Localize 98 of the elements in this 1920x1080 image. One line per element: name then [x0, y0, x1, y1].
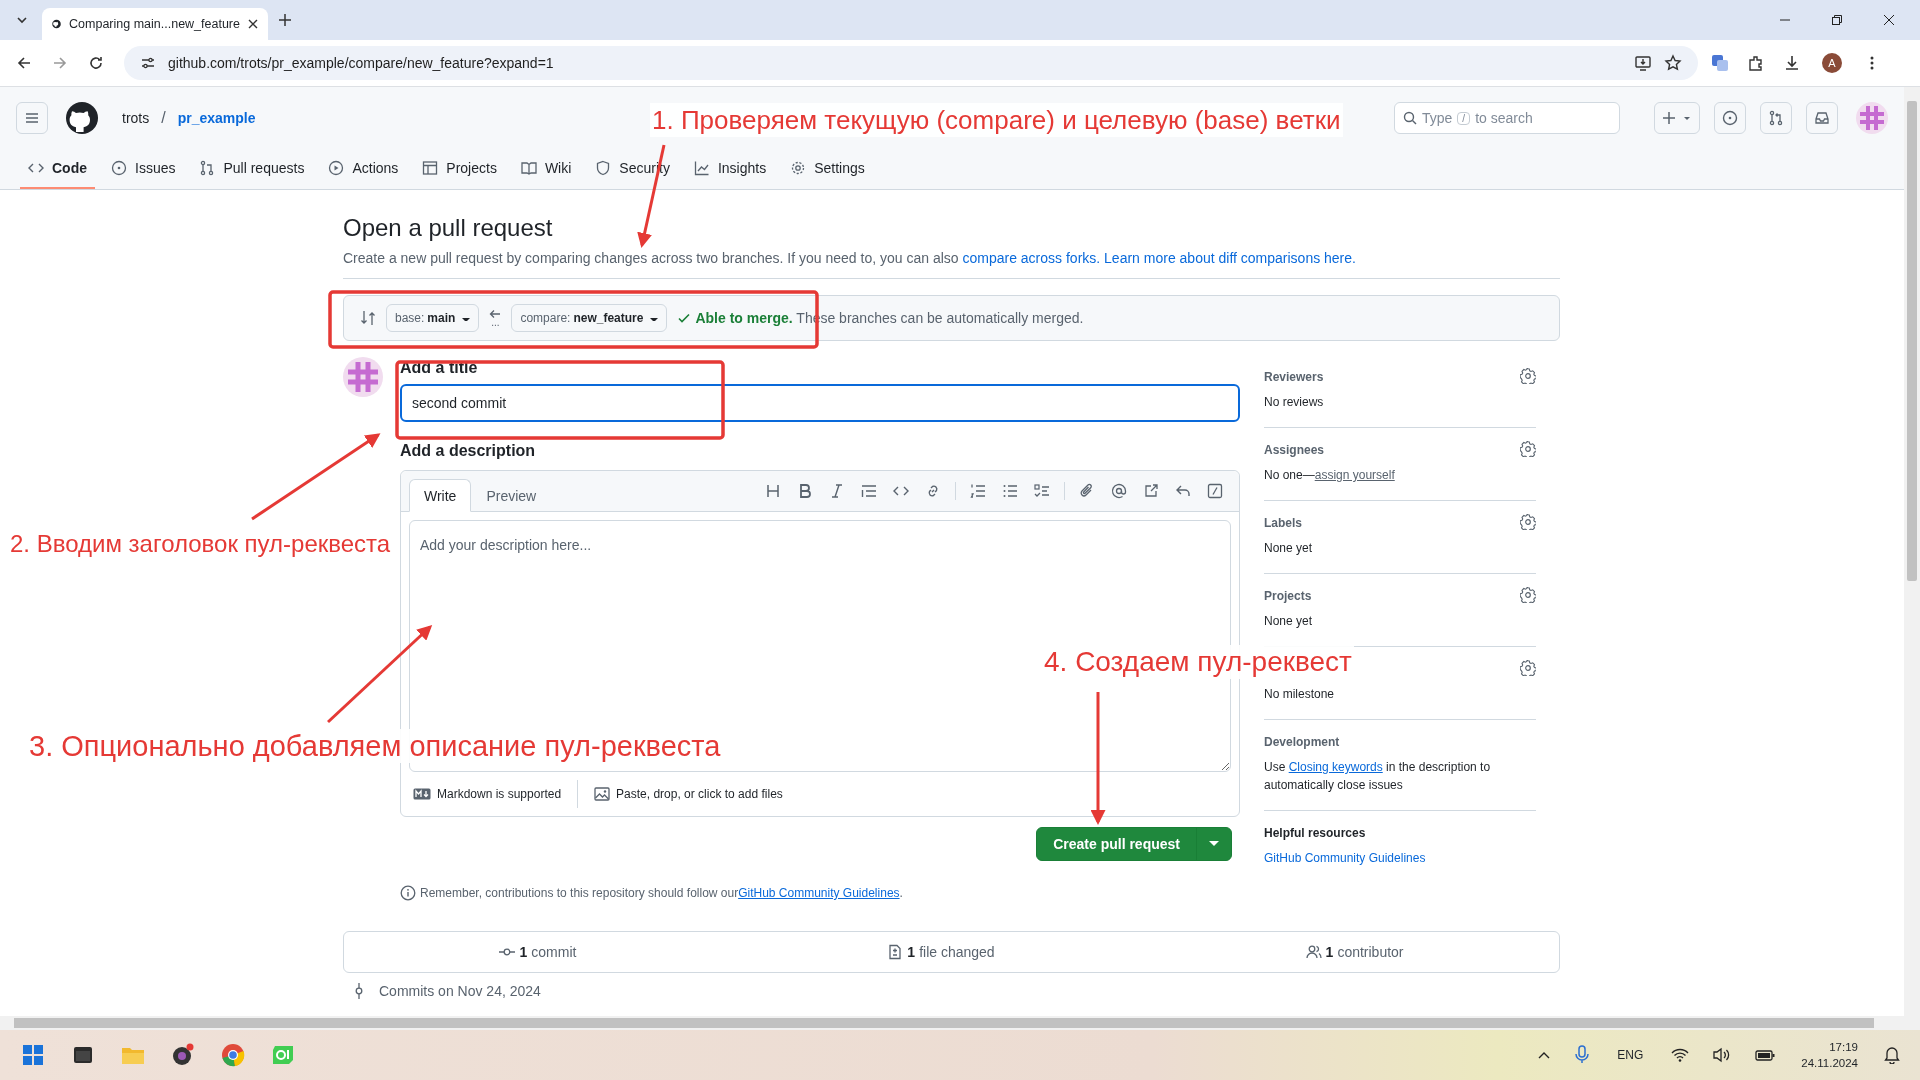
learn-more-link[interactable]: Learn more about diff comparisons here. [1104, 250, 1356, 266]
horizontal-scrollbar[interactable] [0, 1016, 1920, 1030]
description-label: Add a description [400, 442, 537, 460]
issues-icon[interactable] [1714, 102, 1746, 134]
sidebar-link[interactable]: assign yourself [1314, 468, 1395, 482]
user-avatar [343, 357, 383, 397]
address-bar[interactable]: github.com/trots/pr_example/compare/new_feature?expand=1 [124, 46, 1698, 80]
sidebar-link[interactable]: GitHub Community Guidelines [1264, 851, 1426, 865]
annotation-text: 4. Создаем пул-реквест [1042, 645, 1354, 679]
owner-link[interactable]: trots [122, 110, 150, 126]
repo-tab[interactable]: Settings [782, 149, 873, 189]
repository-link[interactable]: pr_example [177, 110, 256, 126]
search-field[interactable]: Type / to search [1394, 102, 1620, 134]
sidebar-text: Use Closing keywords in the description to automatically close issues [1264, 759, 1492, 794]
settings-icon[interactable] [1520, 513, 1536, 533]
repo-tab[interactable]: Issues [103, 149, 184, 189]
star-icon[interactable] [1664, 54, 1682, 72]
create-pull-request-button[interactable]: Create pull request [1036, 827, 1232, 861]
path-separator: / [161, 109, 166, 127]
summary-item[interactable]: 1 commit [499, 944, 577, 960]
people-icon [1305, 944, 1322, 960]
attach-files-note[interactable]: Paste, drop, or click to add files [594, 786, 783, 802]
image-icon [594, 786, 611, 802]
commits-date-heading: Commits on Nov 24, 2024 [379, 983, 541, 999]
language-indicator[interactable]: ENG [1607, 1048, 1654, 1062]
guidelines-link[interactable]: GitHub Community Guidelines [738, 886, 900, 900]
file-diff-icon [887, 944, 904, 960]
create-new-button[interactable] [1654, 102, 1700, 134]
caret-icon [650, 315, 659, 321]
markdown-note[interactable]: Markdown is supported [413, 787, 562, 801]
pull-requests-icon[interactable] [1760, 102, 1792, 134]
compare-branch-button[interactable]: compare: new_feature [511, 304, 668, 332]
github-logo-icon[interactable] [66, 102, 98, 134]
sidebar-text: No one—assign yourself [1264, 467, 1396, 484]
close-icon[interactable] [248, 19, 258, 29]
repo-tab[interactable]: Insights [685, 149, 775, 189]
settings-icon[interactable] [1520, 586, 1536, 606]
sidebar-heading: Development [1264, 735, 1340, 749]
editor-tab[interactable]: Write [409, 479, 472, 512]
left-arrow-icon [489, 309, 502, 319]
install-icon[interactable] [1634, 54, 1652, 72]
play-icon [328, 160, 345, 176]
settings-icon[interactable] [1520, 367, 1536, 387]
page-title: Open a pull request [343, 214, 553, 242]
page-description: Create a new pull request by comparing changes across two branches. If you need to, you can also compare across forks. Learn more about diff comparisons here. [343, 250, 1357, 266]
sidebar-heading: Helpful resources [1264, 826, 1366, 840]
graph-icon [693, 160, 710, 176]
issue-icon [111, 160, 127, 176]
check-icon [677, 311, 692, 325]
book-icon [520, 160, 537, 176]
ellipsis: ... [491, 319, 500, 327]
repo-tab[interactable]: Pull requests [191, 149, 313, 189]
annotation-text: 3. Опционально добавляем описание пул-реквеста [27, 729, 723, 763]
caret-icon [1683, 115, 1691, 121]
compare-arrows-icon [360, 310, 376, 326]
summary-item[interactable]: 1 contributor [1305, 944, 1404, 960]
sidebar-heading: Projects [1264, 589, 1312, 603]
search-placeholder: to search [1475, 110, 1533, 126]
site-settings-icon[interactable] [140, 55, 156, 71]
sidebar-heading: Reviewers [1264, 370, 1324, 384]
profile-avatar[interactable]: A [1822, 53, 1842, 73]
browser-tab[interactable]: Comparing main...new_feature [42, 8, 268, 40]
editor-tab[interactable]: Preview [471, 479, 552, 512]
search-icon [1403, 111, 1417, 125]
caret-icon [462, 315, 471, 321]
settings-icon[interactable] [1520, 440, 1536, 460]
sidebar-heading: Assignees [1264, 443, 1325, 457]
shield-icon [595, 160, 612, 176]
markdown-icon [413, 788, 431, 800]
sidebar-text: No reviews [1264, 394, 1325, 411]
repo-tab[interactable]: Wiki [512, 149, 580, 189]
sidebar-text: No milestone [1264, 686, 1336, 703]
annotation-text: 1. Проверяем текущую (compare) и целевую (base) ветки [650, 103, 1343, 137]
repo-tab[interactable]: Projects [414, 149, 505, 189]
inbox-icon[interactable] [1806, 102, 1838, 134]
clock[interactable]: 17:19 24.11.2024 [1793, 1039, 1866, 1071]
settings-icon [790, 160, 807, 176]
summary-item[interactable]: 1 file changed [887, 944, 995, 960]
menu-icon[interactable] [16, 102, 48, 134]
user-avatar[interactable] [1856, 102, 1888, 134]
search-placeholder: Type [1422, 110, 1453, 126]
repo-tab[interactable]: Actions [320, 149, 407, 189]
title-field[interactable]: second commit [400, 384, 1240, 422]
shortcut-key: / [1457, 111, 1471, 125]
settings-icon[interactable] [1520, 659, 1536, 679]
vertical-scrollbar[interactable] [1904, 87, 1920, 1016]
plus-icon [1663, 111, 1675, 125]
table-icon [422, 160, 439, 176]
base-branch-button[interactable]: base: main [386, 304, 480, 332]
pull-request-icon [199, 160, 216, 176]
contribution-note: Remember, contributions to this repository should follow ourGitHub Community Guidelines. [400, 885, 1240, 901]
sidebar-link[interactable]: Closing keywords [1288, 760, 1383, 774]
repo-tab[interactable]: Code [20, 149, 95, 189]
info-icon [400, 885, 416, 901]
compare-forks-link[interactable]: compare across forks. [962, 250, 1101, 266]
sidebar-text: None yet [1264, 613, 1314, 630]
sidebar-heading: Labels [1264, 516, 1302, 530]
sidebar-text: None yet [1264, 540, 1314, 557]
